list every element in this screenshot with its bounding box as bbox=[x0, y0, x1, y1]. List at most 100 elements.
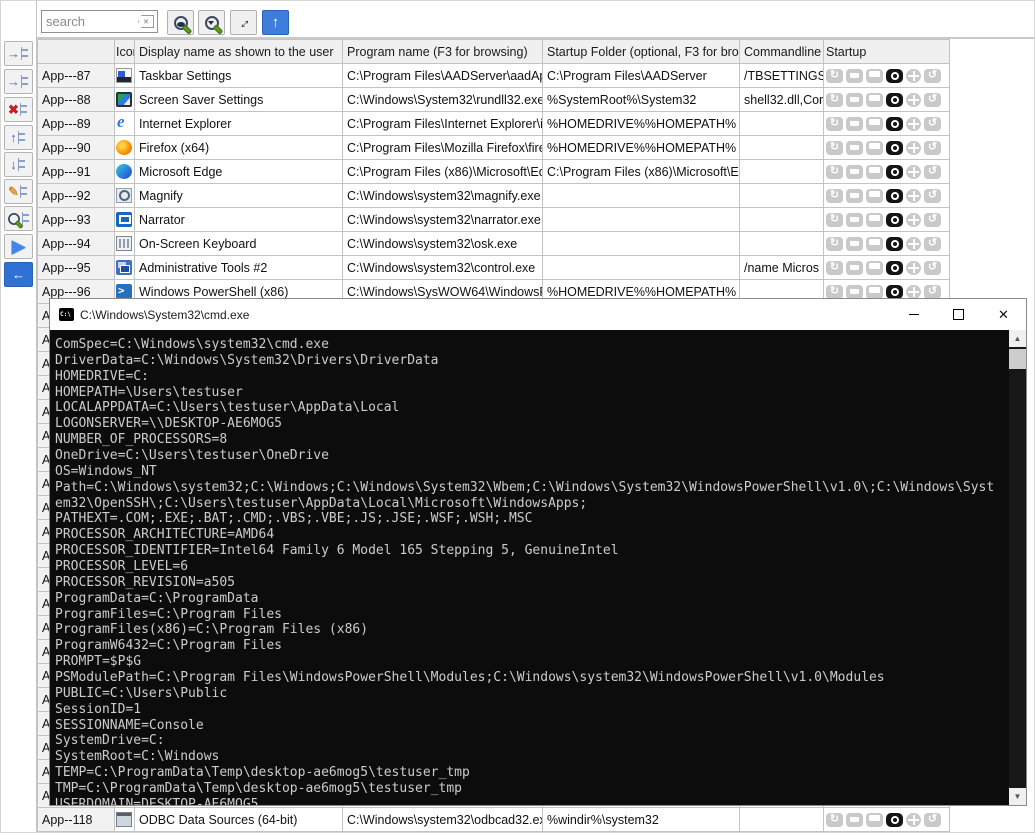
commandline-cell[interactable] bbox=[740, 232, 824, 256]
display-name-cell[interactable]: Administrative Tools #2 bbox=[135, 256, 343, 280]
scrollbar-track[interactable] bbox=[1009, 347, 1026, 788]
startup-options-cell[interactable] bbox=[824, 136, 950, 160]
window-minimized-icon[interactable] bbox=[866, 92, 883, 107]
visible-eye-icon[interactable] bbox=[886, 140, 903, 155]
autorun-icon[interactable] bbox=[826, 68, 843, 83]
shield-quadrant-icon[interactable] bbox=[906, 116, 921, 131]
window-restore-icon[interactable] bbox=[846, 68, 863, 83]
program-name-cell[interactable]: C:\Program Files\AADServer\aadAp bbox=[343, 64, 543, 88]
search-options-button[interactable] bbox=[198, 10, 225, 35]
visible-eye-icon[interactable] bbox=[886, 284, 903, 299]
console-titlebar[interactable]: C:\Windows\System32\cmd.exe ✕ bbox=[50, 299, 1026, 330]
app-icon-cell[interactable] bbox=[115, 256, 135, 280]
app-icon-cell[interactable] bbox=[115, 184, 135, 208]
visible-eye-icon[interactable] bbox=[886, 260, 903, 275]
window-minimized-icon[interactable] bbox=[866, 188, 883, 203]
commandline-cell[interactable] bbox=[740, 208, 824, 232]
column-header[interactable]: Startup Folder (optional, F3 for brows bbox=[543, 40, 740, 64]
row-id-cell[interactable]: App---93 bbox=[38, 208, 115, 232]
autorun-icon[interactable] bbox=[826, 260, 843, 275]
startup-options-cell[interactable] bbox=[824, 808, 950, 832]
window-restore-icon[interactable] bbox=[846, 164, 863, 179]
startup-options-cell[interactable] bbox=[824, 208, 950, 232]
autorun-icon[interactable] bbox=[826, 140, 843, 155]
app-icon-cell[interactable] bbox=[115, 112, 135, 136]
shield-quadrant-icon[interactable] bbox=[906, 260, 921, 275]
startup-folder-cell[interactable]: %windir%\system32 bbox=[543, 808, 740, 832]
row-id-cell[interactable]: App---91 bbox=[38, 160, 115, 184]
shield-quadrant-icon[interactable] bbox=[906, 236, 921, 251]
startup-options-cell[interactable] bbox=[824, 256, 950, 280]
startup-options-cell[interactable] bbox=[824, 232, 950, 256]
display-name-cell[interactable]: Narrator bbox=[135, 208, 343, 232]
window-minimized-icon[interactable] bbox=[866, 68, 883, 83]
startup-options-cell[interactable] bbox=[824, 160, 950, 184]
commandline-cell[interactable]: /TBSETTINGS bbox=[740, 64, 824, 88]
visible-eye-icon[interactable] bbox=[886, 212, 903, 227]
table-row[interactable]: App---94 On-Screen Keyboard C:\Windows\sys… bbox=[38, 232, 950, 256]
edit-item-button[interactable]: ✎ bbox=[4, 179, 33, 204]
display-name-cell[interactable]: Magnify bbox=[135, 184, 343, 208]
display-name-cell[interactable]: ODBC Data Sources (64-bit) bbox=[135, 808, 343, 832]
program-name-cell[interactable]: C:\Windows\system32\odbcad32.ex bbox=[343, 808, 543, 832]
table-row[interactable]: App--118 ODBC Data Sources (64-bit) C:\Win… bbox=[38, 808, 950, 832]
visible-eye-icon[interactable] bbox=[886, 164, 903, 179]
refresh-icon[interactable] bbox=[924, 116, 941, 131]
autorun-icon[interactable] bbox=[826, 92, 843, 107]
visible-eye-icon[interactable] bbox=[886, 236, 903, 251]
commandline-cell[interactable] bbox=[740, 184, 824, 208]
back-button[interactable]: ← bbox=[4, 262, 33, 287]
app-icon-cell[interactable] bbox=[115, 160, 135, 184]
search-item-button[interactable] bbox=[4, 206, 33, 231]
delete-item-button[interactable]: ✖ bbox=[4, 97, 33, 122]
table-row[interactable]: App---90 Firefox (x64) C:\Program Files\Mo… bbox=[38, 136, 950, 160]
scroll-up-icon[interactable]: ▲ bbox=[1009, 330, 1026, 347]
startup-folder-cell[interactable] bbox=[543, 208, 740, 232]
search-box[interactable]: ✕ bbox=[41, 10, 158, 33]
startup-options-cell[interactable] bbox=[824, 112, 950, 136]
table-row[interactable]: App---88 Screen Saver Settings C:\Windows\… bbox=[38, 88, 950, 112]
column-header[interactable]: Startup bbox=[824, 40, 950, 64]
column-header[interactable]: Program name (F3 for browsing) bbox=[343, 40, 543, 64]
expand-button[interactable]: ↔ bbox=[230, 10, 257, 35]
insert-item-button[interactable]: → bbox=[4, 41, 33, 66]
row-id-cell[interactable]: App---87 bbox=[38, 64, 115, 88]
visible-eye-icon[interactable] bbox=[886, 116, 903, 131]
commandline-cell[interactable] bbox=[740, 160, 824, 184]
table-row[interactable]: App---93 Narrator C:\Windows\system32\narr… bbox=[38, 208, 950, 232]
table-row[interactable]: App---89 Internet ExplorerC:\Program File… bbox=[38, 112, 950, 136]
window-restore-icon[interactable] bbox=[846, 140, 863, 155]
search-input[interactable] bbox=[42, 14, 138, 29]
refresh-icon[interactable] bbox=[924, 164, 941, 179]
startup-options-cell[interactable] bbox=[824, 184, 950, 208]
autorun-icon[interactable] bbox=[826, 188, 843, 203]
visible-eye-icon[interactable] bbox=[886, 812, 903, 827]
row-id-cell[interactable]: App---88 bbox=[38, 88, 115, 112]
scroll-down-icon[interactable]: ▼ bbox=[1009, 788, 1026, 805]
display-name-cell[interactable]: Taskbar Settings bbox=[135, 64, 343, 88]
table-row[interactable]: App---87 Taskbar Settings C:\Program Files… bbox=[38, 64, 950, 88]
startup-folder-cell[interactable] bbox=[543, 184, 740, 208]
window-restore-icon[interactable] bbox=[846, 236, 863, 251]
display-name-cell[interactable]: Screen Saver Settings bbox=[135, 88, 343, 112]
visible-eye-icon[interactable] bbox=[886, 68, 903, 83]
refresh-icon[interactable] bbox=[924, 68, 941, 83]
window-restore-icon[interactable] bbox=[846, 812, 863, 827]
program-name-cell[interactable]: C:\Windows\system32\control.exe bbox=[343, 256, 543, 280]
startup-folder-cell[interactable]: %HOMEDRIVE%%HOMEPATH% bbox=[543, 136, 740, 160]
scrollbar-thumb[interactable] bbox=[1009, 349, 1026, 369]
column-header[interactable]: Commandline bbox=[740, 40, 824, 64]
program-name-cell[interactable]: C:\Windows\system32\magnify.exe bbox=[343, 184, 543, 208]
refresh-icon[interactable] bbox=[924, 212, 941, 227]
startup-folder-cell[interactable]: C:\Program Files (x86)\Microsoft\Edg bbox=[543, 160, 740, 184]
refresh-icon[interactable] bbox=[924, 188, 941, 203]
row-id-cell[interactable]: App---92 bbox=[38, 184, 115, 208]
column-header[interactable]: Display name as shown to the user bbox=[135, 40, 343, 64]
commandline-cell[interactable]: /name Micros bbox=[740, 256, 824, 280]
startup-options-cell[interactable] bbox=[824, 64, 950, 88]
insert-child-item-button[interactable]: → bbox=[4, 69, 33, 94]
startup-folder-cell[interactable]: %SystemRoot%\System32 bbox=[543, 88, 740, 112]
shield-quadrant-icon[interactable] bbox=[906, 92, 921, 107]
app-icon-cell[interactable] bbox=[115, 208, 135, 232]
autorun-icon[interactable] bbox=[826, 116, 843, 131]
